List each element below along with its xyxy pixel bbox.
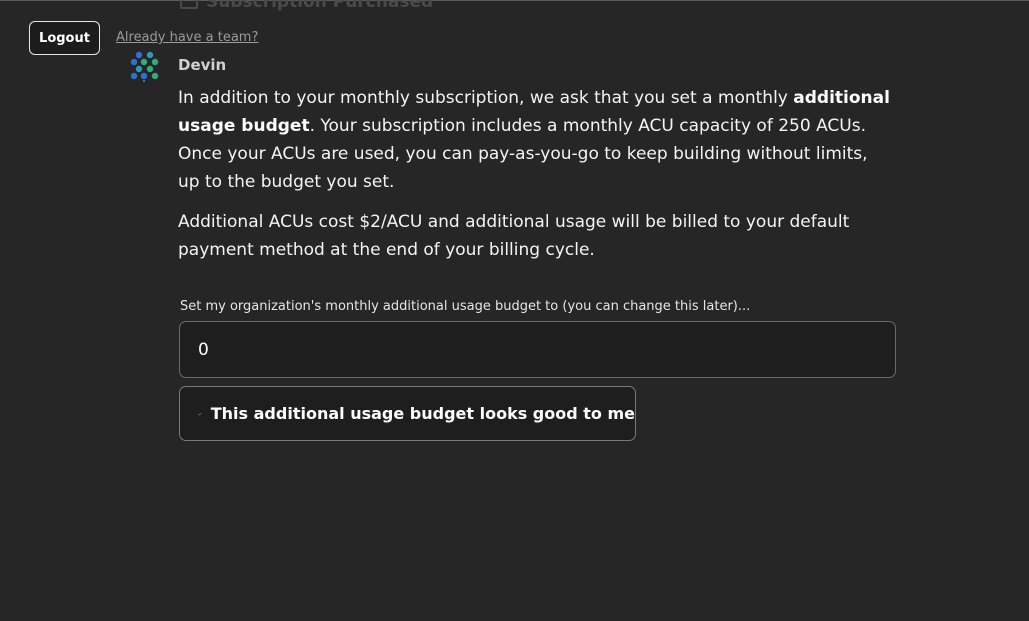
message-paragraph-1: In addition to your monthly subscription… (178, 84, 894, 196)
devin-logo-icon (130, 51, 159, 82)
sender-name: Devin (178, 56, 227, 74)
ghost-title: Subscription Purchased (206, 0, 434, 12)
top-divider (0, 0, 1029, 1)
message-text: In addition to your monthly subscription… (178, 88, 794, 108)
already-have-team-link[interactable]: Already have a team? (116, 30, 258, 45)
logout-button[interactable]: Logout (29, 21, 100, 55)
check-icon (198, 412, 202, 415)
ghost-header: Subscription Purchased (180, 0, 433, 12)
card-icon (180, 0, 198, 9)
budget-input[interactable] (179, 321, 896, 378)
budget-field-label: Set my organization's monthly additional… (180, 299, 751, 314)
confirm-budget-label: This additional usage budget looks good … (210, 404, 635, 423)
message-paragraph-2: Additional ACUs cost $2/ACU and addition… (178, 212, 850, 260)
message-body: In addition to your monthly subscription… (178, 84, 894, 276)
confirm-budget-button[interactable]: This additional usage budget looks good … (179, 386, 636, 441)
